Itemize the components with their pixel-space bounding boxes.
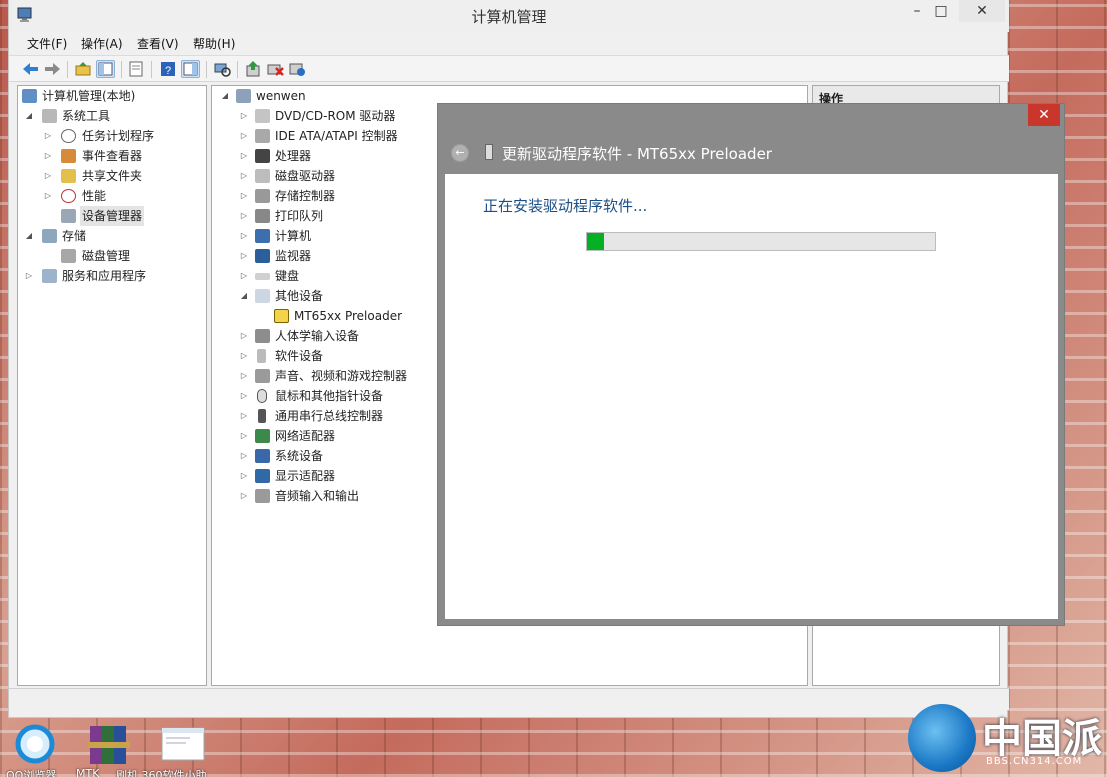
expand-arrow-icon[interactable]: ▷ — [239, 106, 249, 126]
menu-help[interactable]: 帮助(H) — [193, 35, 235, 52]
expand-arrow-icon[interactable]: ▷ — [239, 446, 249, 466]
uninstall-device-icon[interactable] — [266, 60, 285, 78]
progress-fill — [587, 233, 605, 250]
expand-arrow-icon[interactable]: ▷ — [239, 166, 249, 186]
window-title: 计算机管理 — [471, 8, 547, 26]
update-driver-dialog: ✕ ← 更新驱动程序软件 - MT65xx Preloader 正在安装驱动程序… — [437, 103, 1065, 626]
ide-controller-icon — [255, 129, 270, 143]
toolbar: ? — [9, 55, 1009, 82]
unknown-device-icon — [255, 289, 270, 303]
collapse-arrow-icon[interactable]: ◢ — [24, 106, 34, 126]
menu-file[interactable]: 文件(F) — [27, 35, 67, 52]
performance-icon — [61, 189, 76, 203]
computer-icon — [255, 229, 270, 243]
expand-arrow-icon[interactable]: ▷ — [239, 266, 249, 286]
warning-icon — [274, 309, 289, 323]
expand-arrow-icon[interactable]: ▷ — [239, 486, 249, 506]
disk-icon — [61, 249, 76, 263]
site-logo-icon — [908, 704, 976, 772]
computer-management-icon — [22, 89, 37, 103]
expand-arrow-icon[interactable]: ▷ — [43, 146, 53, 166]
update-driver-icon[interactable] — [244, 60, 263, 78]
expand-arrow-icon[interactable]: ▷ — [24, 266, 34, 286]
expand-arrow-icon[interactable]: ▷ — [43, 186, 53, 206]
collapse-arrow-icon[interactable]: ◢ — [239, 286, 249, 306]
event-viewer-icon — [61, 149, 76, 163]
back-arrow-icon[interactable] — [21, 60, 40, 78]
expand-arrow-icon[interactable]: ▷ — [239, 206, 249, 226]
expand-arrow-icon[interactable]: ▷ — [239, 146, 249, 166]
watermark-url: BBS.CN314.COM — [986, 756, 1083, 767]
storage-icon — [42, 229, 57, 243]
up-folder-icon[interactable] — [74, 60, 93, 78]
expand-arrow-icon[interactable]: ▷ — [239, 246, 249, 266]
expand-arrow-icon[interactable]: ▷ — [239, 186, 249, 206]
properties-icon[interactable] — [127, 60, 146, 78]
printer-icon — [255, 209, 270, 223]
dvd-drive-icon — [255, 109, 270, 123]
collapse-arrow-icon[interactable]: ◢ — [24, 226, 34, 246]
expand-arrow-icon[interactable]: ▷ — [43, 166, 53, 186]
document-icon[interactable] — [160, 722, 206, 766]
show-hide-action-pane-icon[interactable] — [181, 60, 200, 78]
dialog-body: 正在安装驱动程序软件... — [445, 174, 1058, 619]
hid-icon — [255, 329, 270, 343]
menu-bar: 文件(F) 操作(A) 查看(V) 帮助(H) — [9, 33, 1009, 53]
device-manager-icon — [61, 209, 76, 223]
system-device-icon — [255, 449, 270, 463]
expand-arrow-icon[interactable]: ▷ — [239, 406, 249, 426]
status-bar — [9, 688, 1009, 710]
expand-arrow-icon[interactable]: ▷ — [239, 386, 249, 406]
expand-arrow-icon[interactable]: ▷ — [239, 326, 249, 346]
qq-browser-icon[interactable] — [12, 722, 58, 766]
expand-arrow-icon[interactable]: ▷ — [239, 126, 249, 146]
clock-icon — [61, 129, 76, 143]
desktop-label-doc: 刷机 360软件小助 — [116, 769, 207, 777]
title-bar[interactable]: 计算机管理 – □ ✕ — [9, 0, 1009, 32]
device-icon — [485, 144, 493, 160]
collapse-arrow-icon[interactable]: ◢ — [220, 86, 230, 106]
computer-icon — [236, 89, 251, 103]
maximize-button[interactable]: □ — [923, 0, 959, 22]
disk-drive-icon — [255, 169, 270, 183]
usb-icon — [258, 409, 266, 423]
help-icon[interactable]: ? — [159, 60, 178, 78]
network-adapter-icon — [255, 429, 270, 443]
back-arrow-icon[interactable]: ← — [451, 144, 469, 162]
install-progress-bar — [586, 232, 936, 251]
menu-action[interactable]: 操作(A) — [81, 35, 123, 52]
show-hide-tree-icon[interactable] — [96, 60, 115, 78]
storage-controller-icon — [255, 189, 270, 203]
speaker-icon — [255, 369, 270, 383]
svg-text:?: ? — [165, 65, 171, 77]
console-tree[interactable]: 计算机管理(本地) ◢ 系统工具 ▷ 任务计划程序 ▷ 事件查看器 ▷ 共享文件… — [17, 85, 207, 686]
winrar-icon[interactable] — [86, 722, 132, 766]
forward-arrow-icon[interactable] — [43, 60, 62, 78]
expand-arrow-icon[interactable]: ▷ — [239, 466, 249, 486]
scan-hardware-icon[interactable] — [213, 60, 232, 78]
keyboard-icon — [255, 273, 270, 280]
audio-io-icon — [255, 489, 270, 503]
enable-device-icon[interactable] — [288, 60, 307, 78]
shared-folder-icon — [61, 169, 76, 183]
menu-view[interactable]: 查看(V) — [137, 35, 179, 52]
software-device-icon — [257, 349, 266, 363]
mouse-icon — [257, 389, 267, 403]
dialog-close-button[interactable]: ✕ — [1028, 104, 1060, 126]
install-status-text: 正在安装驱动程序软件... — [483, 197, 648, 215]
desktop-label-mtk: MTK — [76, 767, 100, 777]
display-adapter-icon — [255, 469, 270, 483]
close-button[interactable]: ✕ — [959, 0, 1005, 22]
expand-arrow-icon[interactable]: ▷ — [239, 426, 249, 446]
processor-icon — [255, 149, 270, 163]
monitor-icon — [255, 249, 270, 263]
tools-icon — [42, 109, 57, 123]
expand-arrow-icon[interactable]: ▷ — [43, 126, 53, 146]
desktop-label-qq: QQ浏览器 — [6, 769, 57, 777]
expand-arrow-icon[interactable]: ▷ — [239, 226, 249, 246]
expand-arrow-icon[interactable]: ▷ — [239, 366, 249, 386]
services-icon — [42, 269, 57, 283]
expand-arrow-icon[interactable]: ▷ — [239, 346, 249, 366]
dialog-title: 更新驱动程序软件 - MT65xx Preloader — [502, 145, 772, 163]
